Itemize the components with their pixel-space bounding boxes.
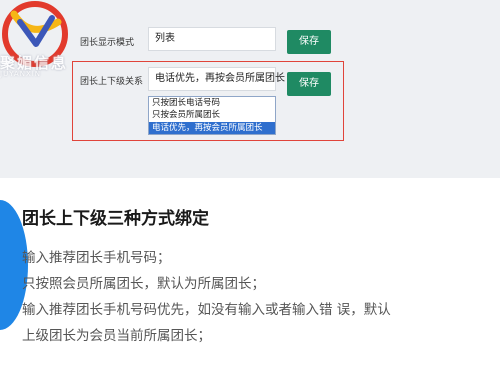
relation-select[interactable]: 电话优先，再按会员所属团长 (148, 67, 285, 91)
relation-label: 团长上下级关系 (80, 77, 144, 87)
article-line: 只按照会员所属团长，默认为所属团长； (22, 276, 265, 292)
dropdown-option-selected[interactable]: 电话优先，再按会员所属团长 (149, 121, 275, 134)
relation-dropdown: 只按团长电话号码 只按会员所属团长 电话优先，再按会员所属团长 (148, 96, 276, 135)
article-line: 输入推荐团长手机号码； (22, 250, 171, 266)
logo-subtext: JUYANXIN (0, 70, 42, 78)
display-mode-label: 团长显示模式 (80, 38, 135, 48)
page: 团长显示模式 列表 保存 团长上下级关系 电话优先，再按会员所属团长 保存 只按… (0, 0, 500, 369)
dropdown-option[interactable]: 只按会员所属团长 (149, 109, 275, 121)
save-relation-button[interactable]: 保存 (287, 72, 331, 96)
dropdown-option[interactable]: 只按团长电话号码 (149, 97, 275, 109)
article-heading: 团长上下级三种方式绑定 (22, 209, 209, 229)
article-line: 输入推荐团长手机号码优先，如没有输入或者输入错 误，默认 (22, 302, 391, 318)
save-display-mode-button[interactable]: 保存 (287, 30, 331, 54)
display-mode-field[interactable]: 列表 (148, 27, 276, 51)
article-line: 上级团长为会员当前所属团长； (22, 328, 211, 344)
